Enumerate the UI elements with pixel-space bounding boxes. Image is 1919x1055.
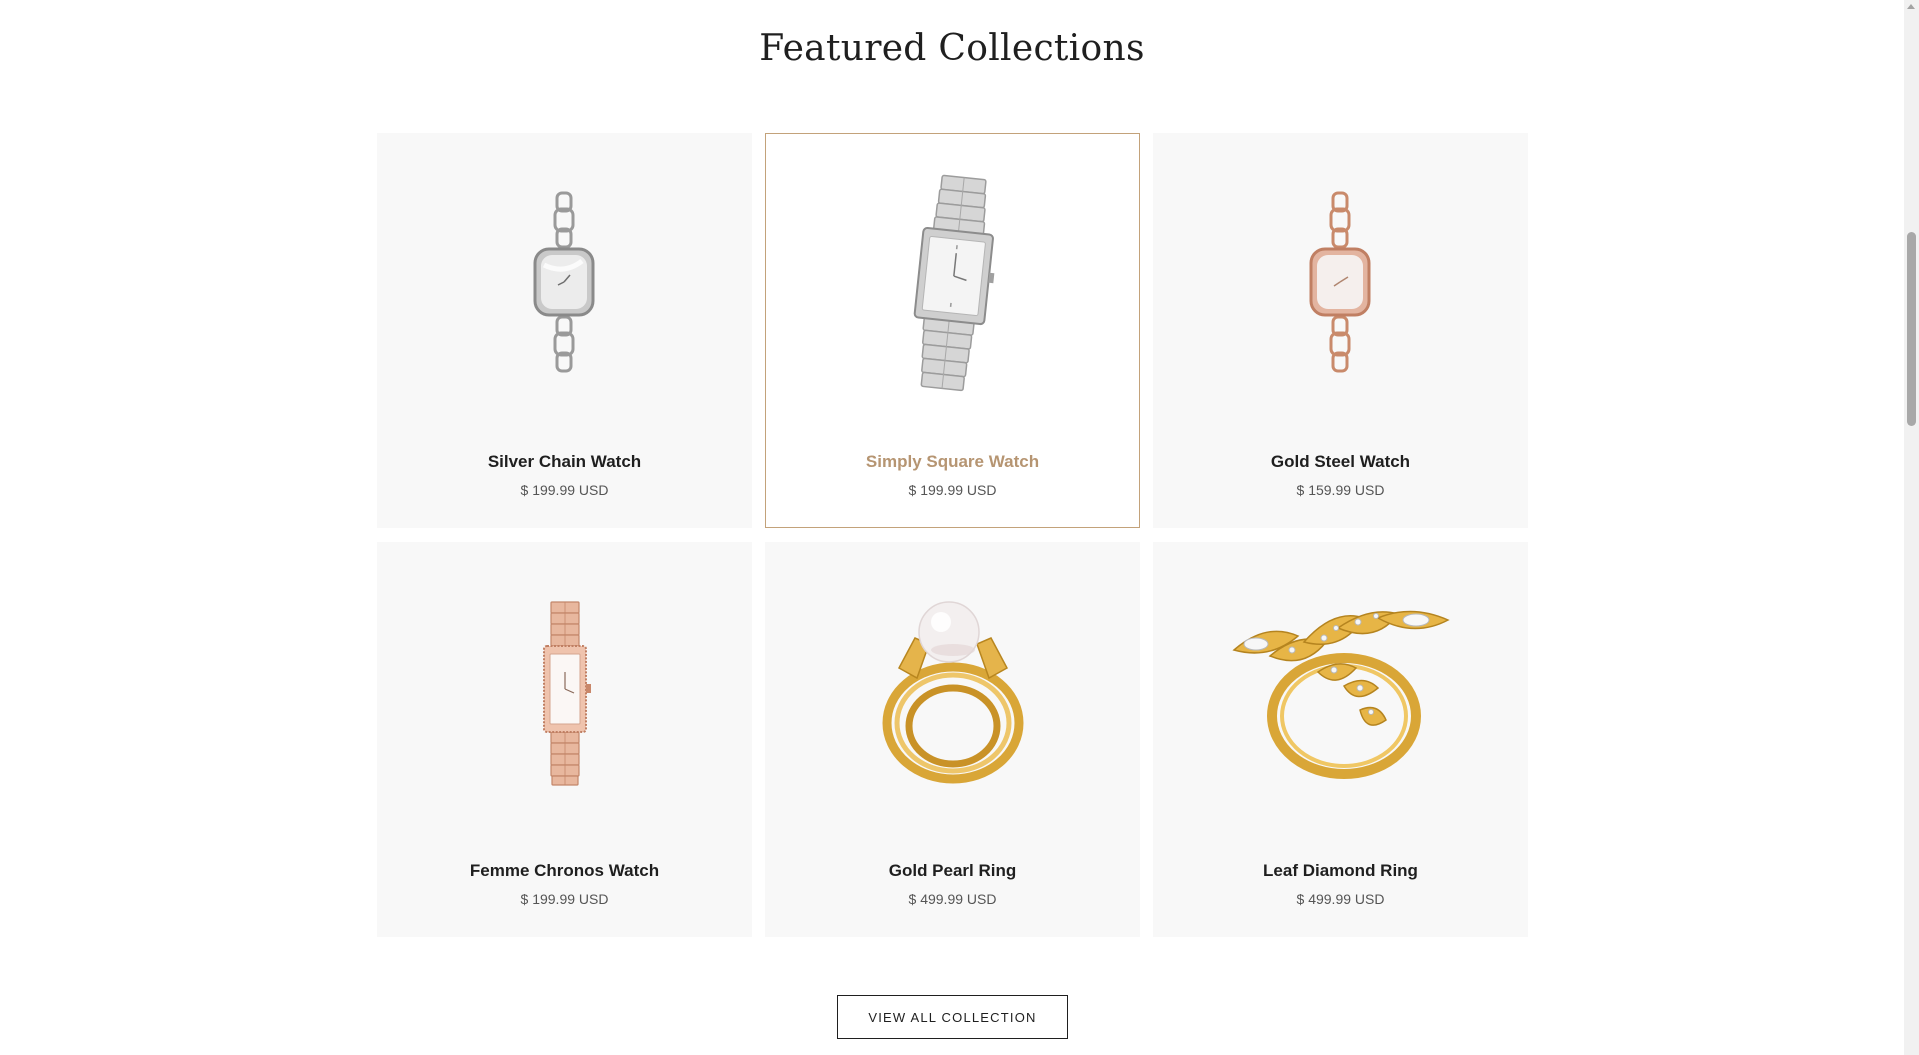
leaf-diamond-ring-image[interactable]: [1154, 573, 1527, 813]
product-grid: Silver Chain Watch $ 199.99 USD Simply S…: [377, 133, 1529, 937]
product-card[interactable]: Silver Chain Watch $ 199.99 USD: [377, 133, 752, 528]
page: Featured Collections Silver Chain Watch …: [0, 0, 1904, 1055]
product-card[interactable]: Gold Pearl Ring $ 499.99 USD: [765, 542, 1140, 937]
product-price: $ 199.99 USD: [520, 482, 609, 498]
product-price: $ 159.99 USD: [1296, 482, 1385, 498]
scroll-up-arrow-icon[interactable]: [1907, 4, 1915, 9]
simply-square-watch-image[interactable]: [766, 164, 1139, 404]
view-all-collection-button[interactable]: VIEW ALL COLLECTION: [837, 995, 1068, 1039]
femme-chronos-watch-image[interactable]: [378, 573, 751, 813]
product-name[interactable]: Gold Pearl Ring: [766, 861, 1139, 881]
product-price: $ 199.99 USD: [908, 482, 997, 498]
product-price: $ 199.99 USD: [520, 891, 609, 907]
product-price: $ 499.99 USD: [908, 891, 997, 907]
vertical-scrollbar[interactable]: [1904, 0, 1919, 1055]
gold-pearl-ring-image[interactable]: [766, 573, 1139, 813]
silver-chain-watch-image[interactable]: [378, 164, 751, 404]
product-name[interactable]: Gold Steel Watch: [1154, 452, 1527, 472]
product-card[interactable]: Gold Steel Watch $ 159.99 USD: [1153, 133, 1528, 528]
product-price: $ 499.99 USD: [1296, 891, 1385, 907]
section-title: Featured Collections: [759, 28, 1145, 69]
product-name[interactable]: Simply Square Watch: [766, 452, 1139, 472]
gold-steel-watch-image[interactable]: [1154, 164, 1527, 404]
product-name[interactable]: Silver Chain Watch: [378, 452, 751, 472]
scrollbar-thumb[interactable]: [1907, 232, 1916, 426]
product-card[interactable]: Femme Chronos Watch $ 199.99 USD: [377, 542, 752, 937]
product-card[interactable]: Leaf Diamond Ring $ 499.99 USD: [1153, 542, 1528, 937]
product-name[interactable]: Femme Chronos Watch: [378, 861, 751, 881]
product-card[interactable]: Simply Square Watch $ 199.99 USD: [765, 133, 1140, 528]
product-name[interactable]: Leaf Diamond Ring: [1154, 861, 1527, 881]
